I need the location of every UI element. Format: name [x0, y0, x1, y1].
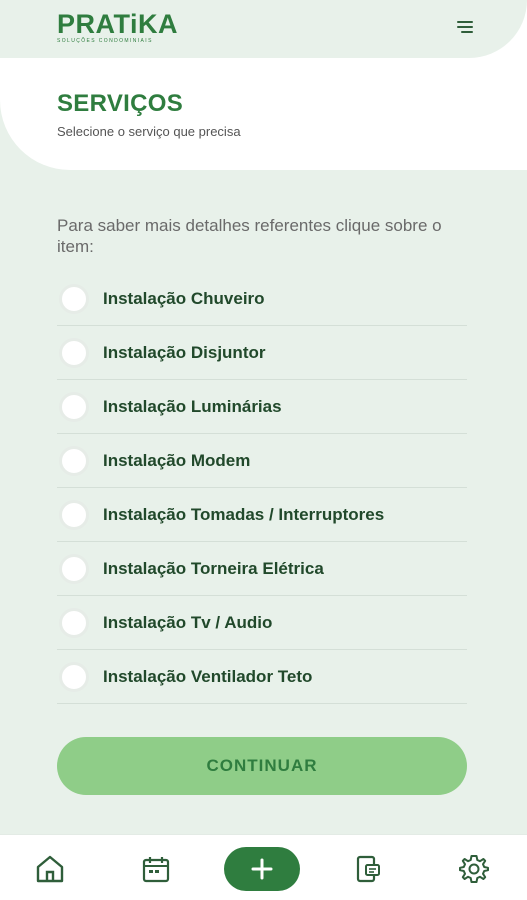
service-list: Instalação Chuveiro Instalação Disjuntor… — [57, 272, 467, 704]
top-bar: PRATiKA SOLUÇÕES CONDOMINIAIS — [0, 0, 527, 58]
service-label: Instalação Tomadas / Interruptores — [103, 504, 385, 524]
service-item[interactable]: Instalação Tomadas / Interruptores — [57, 488, 467, 542]
radio-button[interactable] — [59, 553, 89, 584]
hamburger-menu-icon[interactable] — [453, 18, 477, 38]
service-label: Instalação Disjuntor — [103, 342, 266, 362]
gear-icon[interactable] — [458, 853, 490, 885]
radio-button[interactable] — [59, 607, 89, 638]
radio-button[interactable] — [59, 391, 89, 422]
service-item[interactable]: Instalação Chuveiro — [57, 272, 467, 326]
radio-button[interactable] — [59, 283, 89, 314]
service-label: Instalação Modem — [103, 450, 251, 470]
logo-tagline: SOLUÇÕES CONDOMINIAIS — [57, 38, 153, 44]
service-label: Instalação Ventilador Teto — [103, 666, 313, 686]
service-item[interactable]: Instalação Disjuntor — [57, 326, 467, 380]
page-subtitle: Selecione o serviço que precisa — [57, 124, 241, 139]
service-item[interactable]: Instalação Torneira Elétrica — [57, 542, 467, 596]
service-label: Instalação Luminárias — [103, 396, 282, 416]
logo: PRATiKA SOLUÇÕES CONDOMINIAIS — [57, 10, 207, 46]
service-label: Instalação Tv / Audio — [103, 612, 273, 632]
logo-text: PRATiKA — [57, 9, 179, 39]
service-label: Instalação Torneira Elétrica — [103, 558, 324, 578]
calendar-icon[interactable] — [140, 853, 172, 885]
service-item[interactable]: Instalação Luminárias — [57, 380, 467, 434]
service-item[interactable]: Instalação Tv / Audio — [57, 596, 467, 650]
service-item[interactable]: Instalação Modem — [57, 434, 467, 488]
service-item[interactable]: Instalação Ventilador Teto — [57, 650, 467, 704]
continue-button[interactable]: CONTINUAR — [57, 737, 467, 795]
radio-button[interactable] — [59, 445, 89, 476]
radio-button[interactable] — [59, 499, 89, 530]
document-icon[interactable] — [352, 853, 384, 885]
radio-button[interactable] — [59, 337, 89, 368]
radio-button[interactable] — [59, 661, 89, 692]
service-label: Instalação Chuveiro — [103, 288, 265, 308]
page-title: SERVIÇOS — [57, 90, 183, 117]
plus-icon[interactable] — [224, 847, 300, 891]
intro-text: Para saber mais detalhes referentes cliq… — [57, 216, 442, 256]
home-icon[interactable] — [34, 853, 66, 885]
bottom-nav — [0, 834, 527, 900]
